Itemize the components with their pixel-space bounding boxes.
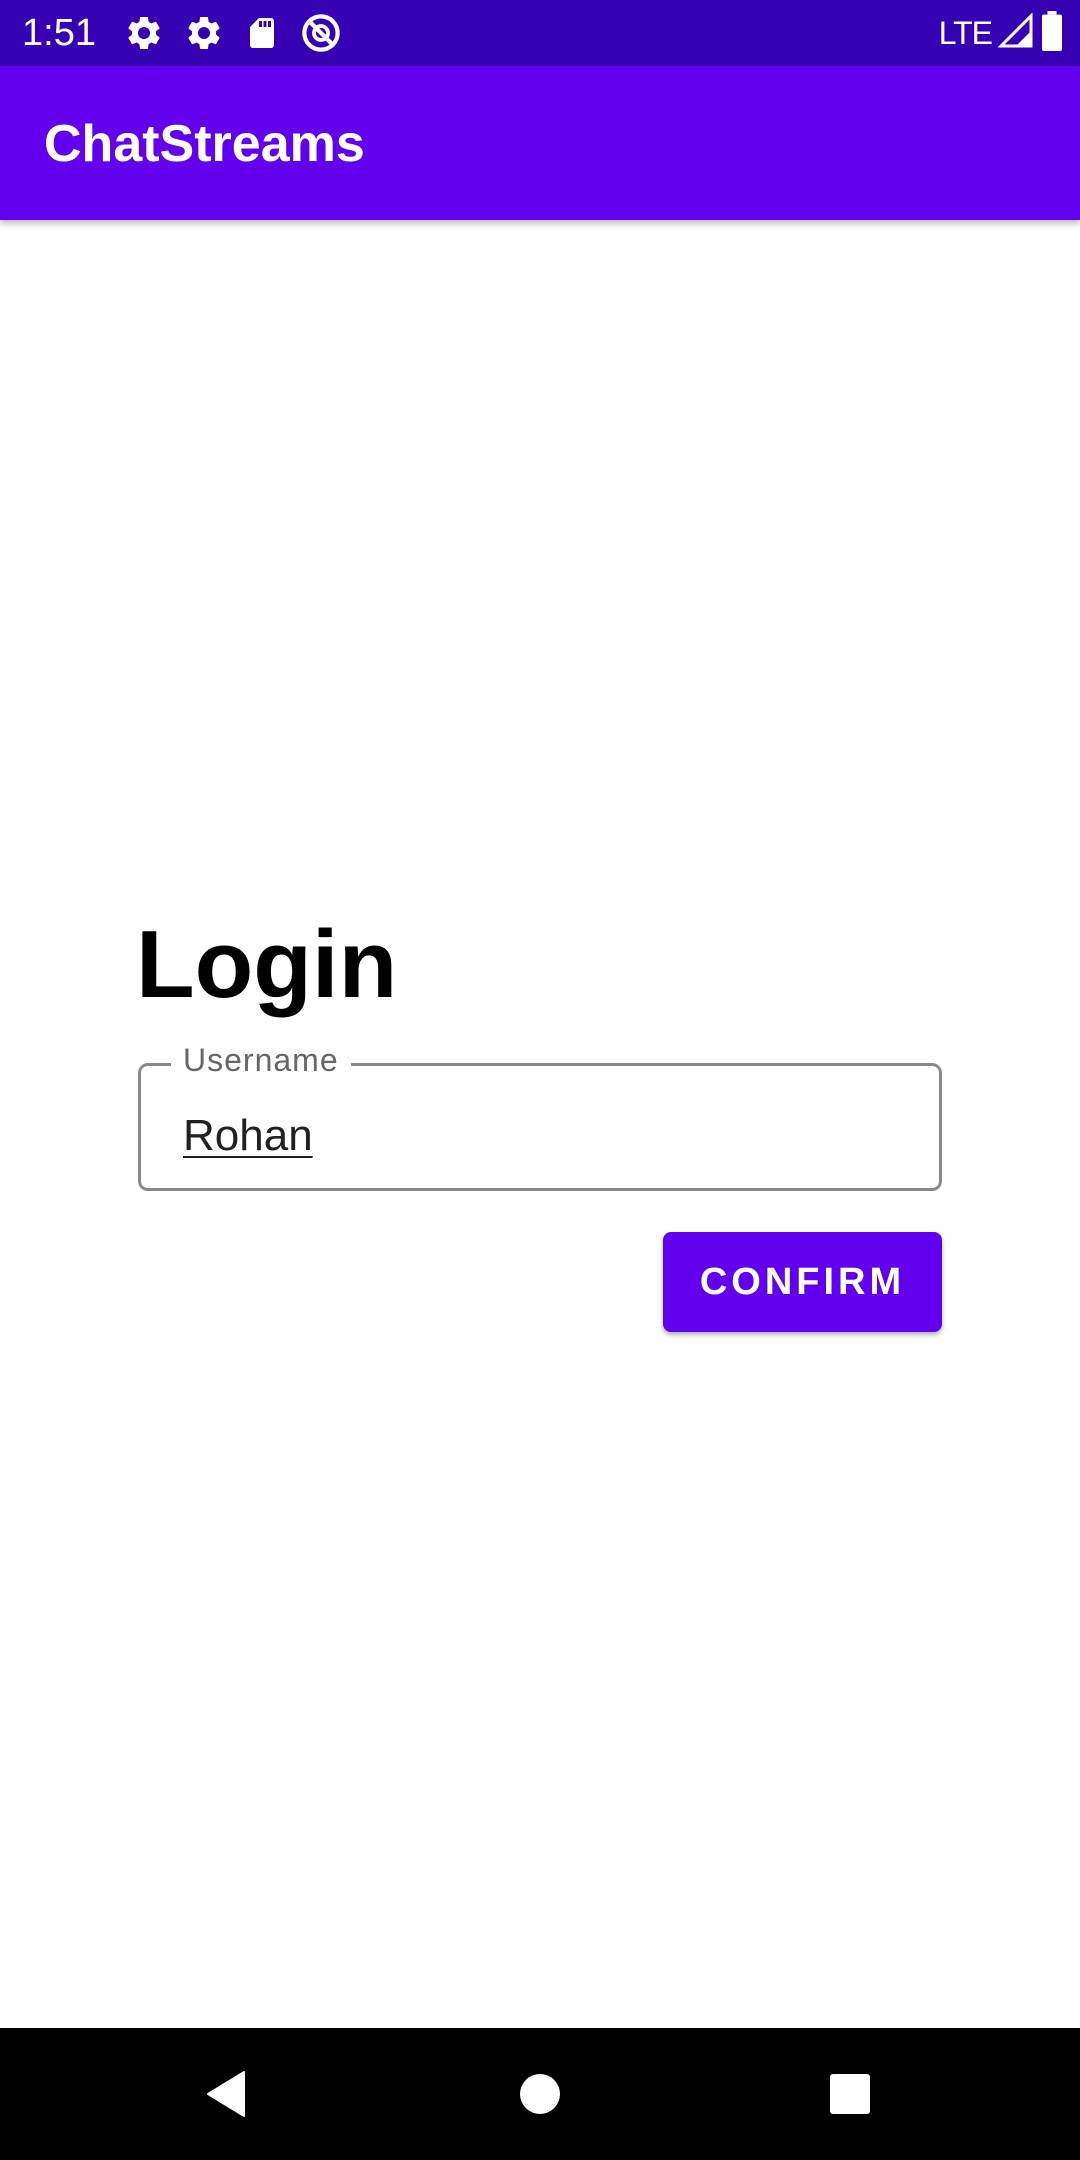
navigation-bar — [0, 2028, 1080, 2160]
username-field-label: Username — [171, 1040, 351, 1080]
nav-home-button[interactable] — [510, 2064, 570, 2124]
home-circle-icon — [520, 2074, 560, 2114]
nav-back-button[interactable] — [196, 2064, 256, 2124]
status-system-icons: LTE — [939, 10, 1064, 56]
settings-gear-icon — [184, 13, 224, 53]
sd-card-icon — [244, 13, 280, 53]
nav-recents-button[interactable] — [820, 2064, 880, 2124]
username-field[interactable]: Username — [138, 1040, 942, 1191]
app-title: ChatStreams — [44, 115, 365, 173]
status-bar: 1:51 LTE — [0, 0, 1080, 66]
login-heading: Login — [136, 911, 398, 1018]
no-tracking-icon — [300, 12, 342, 54]
status-notification-icons — [124, 12, 342, 54]
app-bar: ChatStreams — [0, 66, 1080, 220]
signal-icon — [997, 11, 1034, 54]
network-type-label: LTE — [938, 15, 993, 51]
recents-square-icon — [830, 2074, 870, 2114]
username-input[interactable] — [183, 1106, 883, 1166]
status-time: 1:51 — [22, 12, 96, 54]
confirm-button[interactable]: CONFIRM — [663, 1232, 942, 1332]
screen: 1:51 LTE ChatStreams Login Username Roha… — [0, 0, 1080, 2160]
back-triangle-icon — [207, 2071, 245, 2117]
battery-icon — [1040, 10, 1064, 56]
settings-gear-icon — [124, 13, 164, 53]
